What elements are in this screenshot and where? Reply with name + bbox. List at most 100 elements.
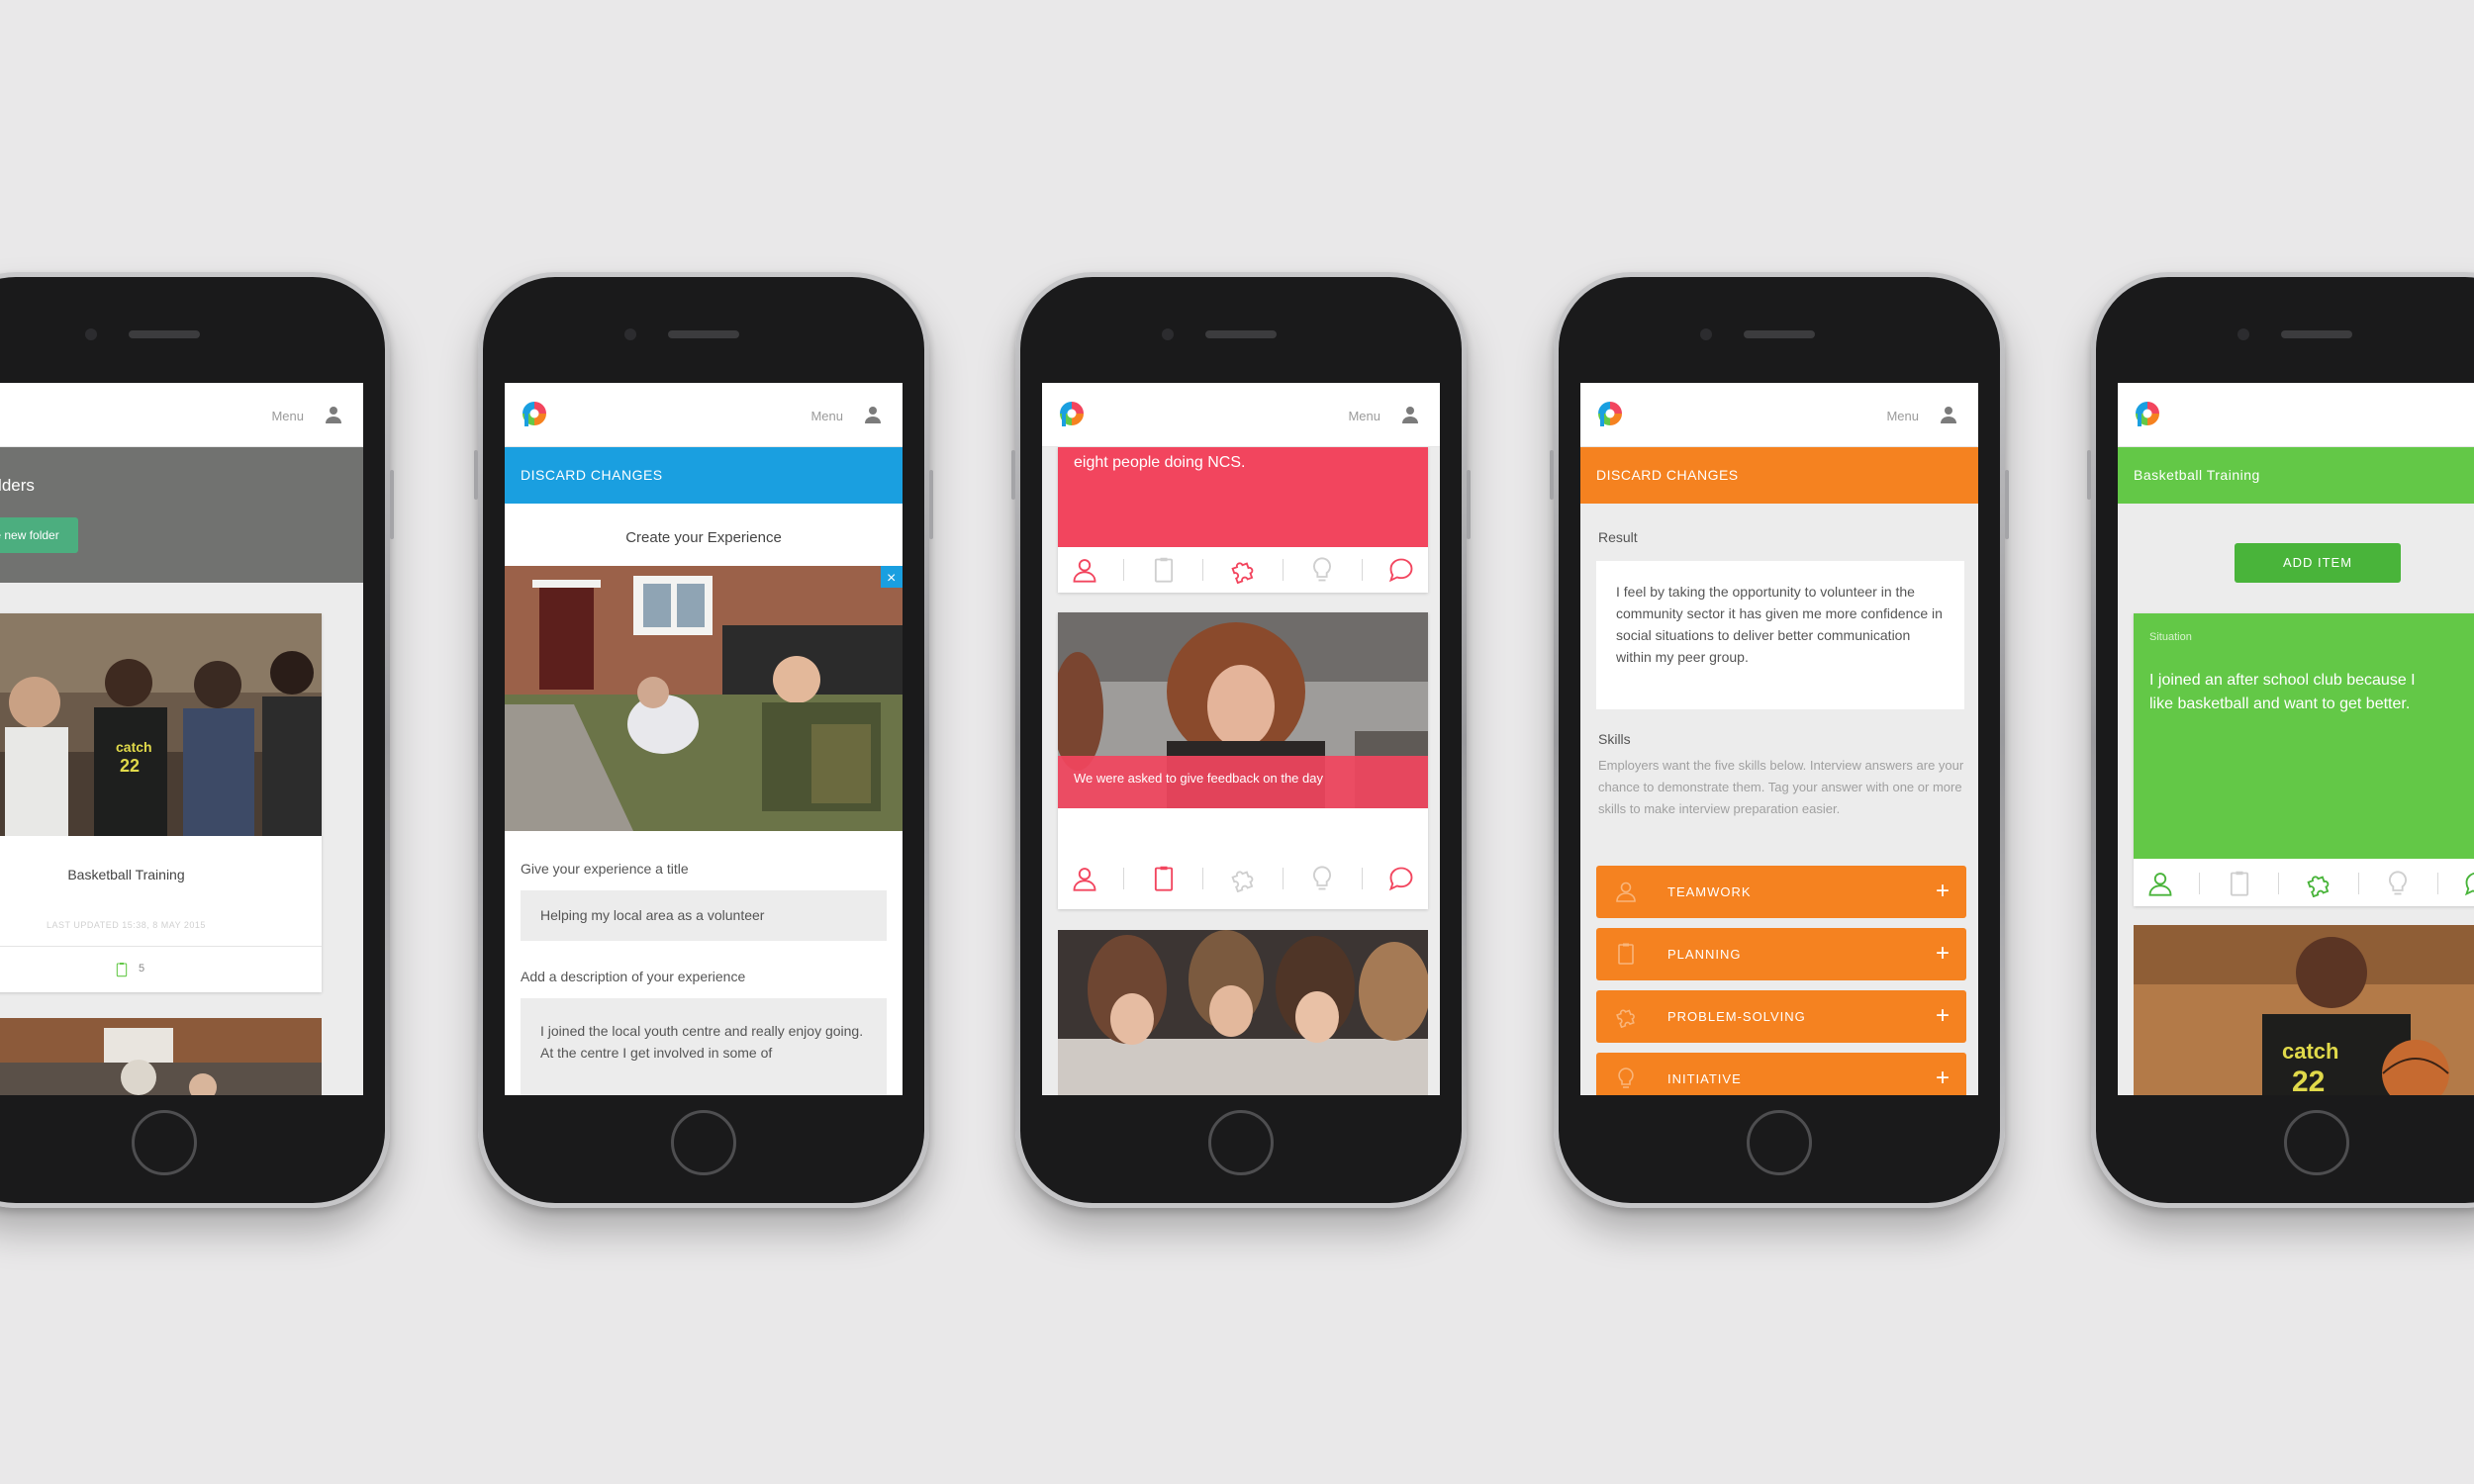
phone-1-screen: Menu y Folders Create new folder catc (0, 383, 363, 1095)
phone-4: Menu DISCARD CHANGES Result I feel by ta… (1550, 272, 2009, 1208)
home-button[interactable] (132, 1110, 197, 1175)
discard-changes-label: DISCARD CHANGES (1596, 467, 1739, 483)
menu-link[interactable]: Menu (271, 409, 304, 423)
discard-changes-bar[interactable]: DISCARD CHANGES (1580, 446, 1978, 504)
create-folder-label: Create new folder (0, 528, 59, 542)
divider (1282, 559, 1284, 581)
skills-help: Employers want the five skills below. In… (1598, 758, 1964, 816)
front-camera (1162, 328, 1174, 340)
puzzle-icon (1614, 1004, 1638, 1028)
user-icon[interactable] (1400, 405, 1420, 424)
folder-photo-2[interactable] (0, 1018, 322, 1095)
home-button[interactable] (1208, 1110, 1274, 1175)
phone-5-screen: Menu Basketball Training ADD ITEM Situat… (2118, 383, 2474, 1095)
puzzle-icon[interactable] (1229, 865, 1257, 892)
folder-card[interactable]: catch 22 Basketball Training LAST UPDATE… (0, 613, 322, 992)
items-icon (114, 962, 130, 977)
person-icon[interactable] (2146, 870, 2174, 897)
skill-label: TEAMWORK (1667, 884, 1752, 899)
app-header: Menu (0, 383, 363, 447)
phone-2: Menu DISCARD CHANGES Create your Experie… (474, 272, 933, 1208)
create-folder-button[interactable]: Create new folder (0, 517, 78, 553)
app-logo[interactable] (1595, 399, 1625, 428)
front-camera (1700, 328, 1712, 340)
phone-volume-button (474, 450, 478, 500)
person-icon[interactable] (1071, 556, 1098, 584)
lightbulb-icon[interactable] (1308, 556, 1336, 584)
divider (1282, 868, 1284, 889)
home-button[interactable] (1747, 1110, 1812, 1175)
experience-photo: × (505, 566, 903, 831)
photo-caption: We were asked to give feedback on the da… (1074, 771, 1323, 786)
puzzle-icon[interactable] (1229, 556, 1257, 584)
title-input[interactable]: Helping my local area as a volunteer (521, 890, 887, 941)
result-textarea[interactable]: I feel by taking the opportunity to volu… (1596, 561, 1964, 709)
speech-bubble-icon[interactable] (1387, 556, 1415, 584)
add-item-label: ADD ITEM (2282, 555, 2353, 570)
description-input[interactable]: I joined the local youth centre and real… (521, 998, 887, 1095)
home-button[interactable] (671, 1110, 736, 1175)
app-logo[interactable] (2133, 399, 2162, 428)
divider (2357, 873, 2359, 894)
app-header: Menu (1580, 383, 1978, 447)
story-card-2[interactable]: We were asked to give feedback on the da… (1058, 612, 1428, 909)
discard-changes-bar[interactable]: DISCARD CHANGES (505, 446, 903, 504)
skill-problem-solving-button[interactable]: PROBLEM-SOLVING + (1596, 990, 1966, 1043)
plus-icon: + (1935, 1065, 1951, 1091)
lightbulb-icon[interactable] (2384, 870, 2412, 897)
phone-1: Menu y Folders Create new folder catc (0, 272, 394, 1208)
user-icon[interactable] (1939, 405, 1958, 424)
earpiece-speaker (1744, 330, 1815, 338)
clipboard-icon[interactable] (1150, 865, 1178, 892)
basketball-photo[interactable]: catch 22 (2134, 925, 2474, 1095)
menu-link[interactable]: Menu (810, 409, 843, 423)
skill-planning-button[interactable]: PLANNING + (1596, 928, 1966, 980)
user-icon[interactable] (863, 405, 883, 424)
menu-link[interactable]: Menu (1348, 409, 1380, 423)
story-photo-3[interactable] (1058, 930, 1428, 1095)
divider (2278, 873, 2280, 894)
situation-panel: Situation I joined an after school club … (2134, 613, 2474, 859)
banner-text: eight people doing NCS. (1074, 454, 1246, 471)
divider (2436, 873, 2438, 894)
speech-bubble-icon[interactable] (2463, 870, 2474, 897)
clipboard-icon[interactable] (2226, 870, 2253, 897)
add-item-button[interactable]: ADD ITEM (2235, 543, 2401, 583)
person-icon[interactable] (1071, 865, 1098, 892)
phone-side-button (390, 470, 394, 539)
clipboard-icon (1614, 942, 1638, 966)
app-logo[interactable] (520, 399, 549, 428)
divider (2199, 873, 2201, 894)
app-header: Menu (505, 383, 903, 447)
app-header: Menu (1042, 383, 1440, 447)
app-logo[interactable] (1057, 399, 1087, 428)
pink-banner: eight people doing NCS. (1058, 446, 1428, 547)
clipboard-icon[interactable] (1150, 556, 1178, 584)
earpiece-speaker (1205, 330, 1277, 338)
phone-volume-button (2087, 450, 2091, 500)
skill-teamwork-button[interactable]: TEAMWORK + (1596, 866, 1966, 918)
person-icon (1614, 880, 1638, 903)
speech-bubble-icon[interactable] (1387, 865, 1415, 892)
skill-label: INITIATIVE (1667, 1071, 1742, 1086)
front-camera (624, 328, 636, 340)
phone-2-screen: Menu DISCARD CHANGES Create your Experie… (505, 383, 903, 1095)
phone-side-button (1467, 470, 1471, 539)
situation-card[interactable]: Situation I joined an after school club … (2134, 613, 2474, 906)
user-icon[interactable] (324, 405, 343, 424)
situation-label: Situation (2149, 631, 2192, 643)
title-field-label: Give your experience a title (521, 861, 689, 877)
story-card-1[interactable]: eight people doing NCS. (1058, 446, 1428, 593)
puzzle-icon[interactable] (2305, 870, 2332, 897)
discard-changes-label: DISCARD CHANGES (521, 467, 663, 483)
skill-label: PLANNING (1667, 947, 1742, 962)
phone-5: Menu Basketball Training ADD ITEM Situat… (2087, 272, 2474, 1208)
skills-help-text: Employers want the five skills below. In… (1598, 755, 1964, 820)
earpiece-speaker (668, 330, 739, 338)
divider (1361, 868, 1363, 889)
skill-initiative-button[interactable]: INITIATIVE + (1596, 1053, 1966, 1095)
folder-updated: LAST UPDATED 15:38, 8 MAY 2015 (47, 920, 206, 930)
home-button[interactable] (2284, 1110, 2349, 1175)
menu-link[interactable]: Menu (1886, 409, 1919, 423)
lightbulb-icon[interactable] (1308, 865, 1336, 892)
